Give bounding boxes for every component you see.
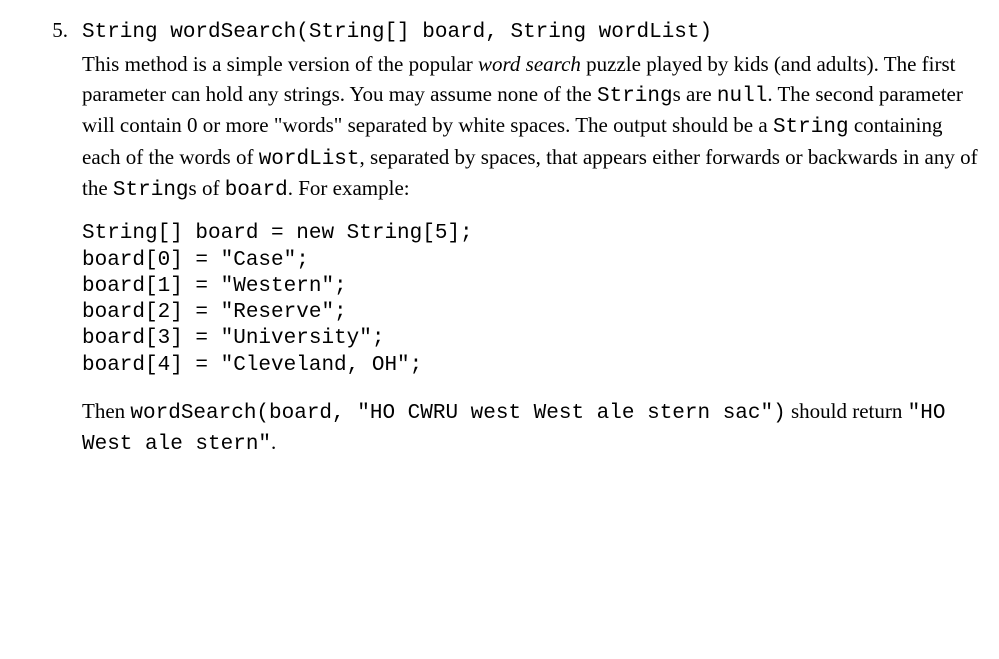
desc-italic: word search — [478, 52, 581, 76]
then-text: Then — [82, 399, 130, 423]
code-line: board[3] = "University"; — [82, 327, 384, 350]
desc-code: board — [225, 179, 288, 202]
desc-text: This method is a simple version of the p… — [82, 52, 478, 76]
problem-5: 5. String wordSearch(String[] board, Str… — [0, 16, 999, 460]
code-line: board[4] = "Cleveland, OH"; — [82, 354, 422, 377]
problem-number: 5. — [0, 16, 82, 45]
code-line: String[] board = new String[5]; — [82, 222, 473, 245]
problem-description: This method is a simple version of the p… — [82, 50, 979, 205]
desc-code: String — [597, 85, 673, 108]
then-text: . — [271, 430, 276, 454]
page-container: 5. String wordSearch(String[] board, Str… — [0, 0, 999, 659]
desc-code: null — [717, 85, 767, 108]
then-text: should return — [786, 399, 908, 423]
desc-code: String — [773, 116, 849, 139]
code-line: board[2] = "Reserve"; — [82, 301, 347, 324]
example-result: Then wordSearch(board, "HO CWRU west Wes… — [82, 397, 979, 460]
desc-code: wordList — [259, 148, 360, 171]
code-line: board[0] = "Case"; — [82, 249, 309, 272]
problem-content: String wordSearch(String[] board, String… — [82, 16, 999, 460]
desc-text: s are — [673, 82, 717, 106]
method-signature: String wordSearch(String[] board, String… — [82, 21, 712, 44]
desc-code: String — [113, 179, 189, 202]
then-code: wordSearch(board, "HO CWRU west West ale… — [130, 402, 785, 425]
desc-text: s of — [189, 176, 225, 200]
desc-text: . For example: — [288, 176, 410, 200]
example-code: String[] board = new String[5]; board[0]… — [82, 221, 979, 379]
code-line: board[1] = "Western"; — [82, 275, 347, 298]
